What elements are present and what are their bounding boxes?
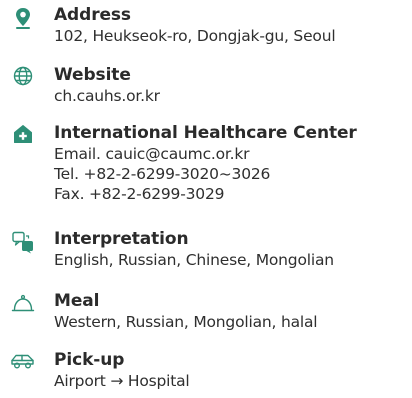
healthcare-center-email[interactable]: Email. cauic@caumc.or.kr [54, 144, 412, 164]
website-title: Website [54, 65, 131, 85]
cloche-icon [10, 292, 36, 316]
translate-icon [10, 230, 36, 254]
healthcare-center-fax: Fax. +82-2-6299-3029 [54, 185, 225, 203]
healthcare-center-title: International Healthcare Center [54, 123, 357, 143]
interpretation-title: Interpretation [54, 229, 189, 249]
globe-icon [10, 64, 36, 88]
meal-value: Western, Russian, Mongolian, halal [54, 313, 318, 331]
healthcare-center-tel[interactable]: Tel. +82-2-6299-3020~3026 [54, 164, 412, 184]
pickup-title: Pick-up [54, 350, 125, 370]
meal-title: Meal [54, 291, 100, 311]
car-icon [8, 349, 38, 373]
map-pin-icon [10, 6, 36, 30]
hospital-house-icon [10, 122, 36, 146]
interpretation-value: English, Russian, Chinese, Mongolian [54, 251, 334, 269]
address-value: 102, Heukseok-ro, Dongjak-gu, Seoul [54, 27, 336, 45]
hospital-info-list: Address 102, Heukseok-ro, Dongjak-gu, Se… [0, 0, 412, 398]
address-title: Address [54, 5, 131, 25]
website-link[interactable]: ch.cauhs.or.kr [54, 86, 412, 106]
pickup-value: Airport → Hospital [54, 372, 190, 390]
